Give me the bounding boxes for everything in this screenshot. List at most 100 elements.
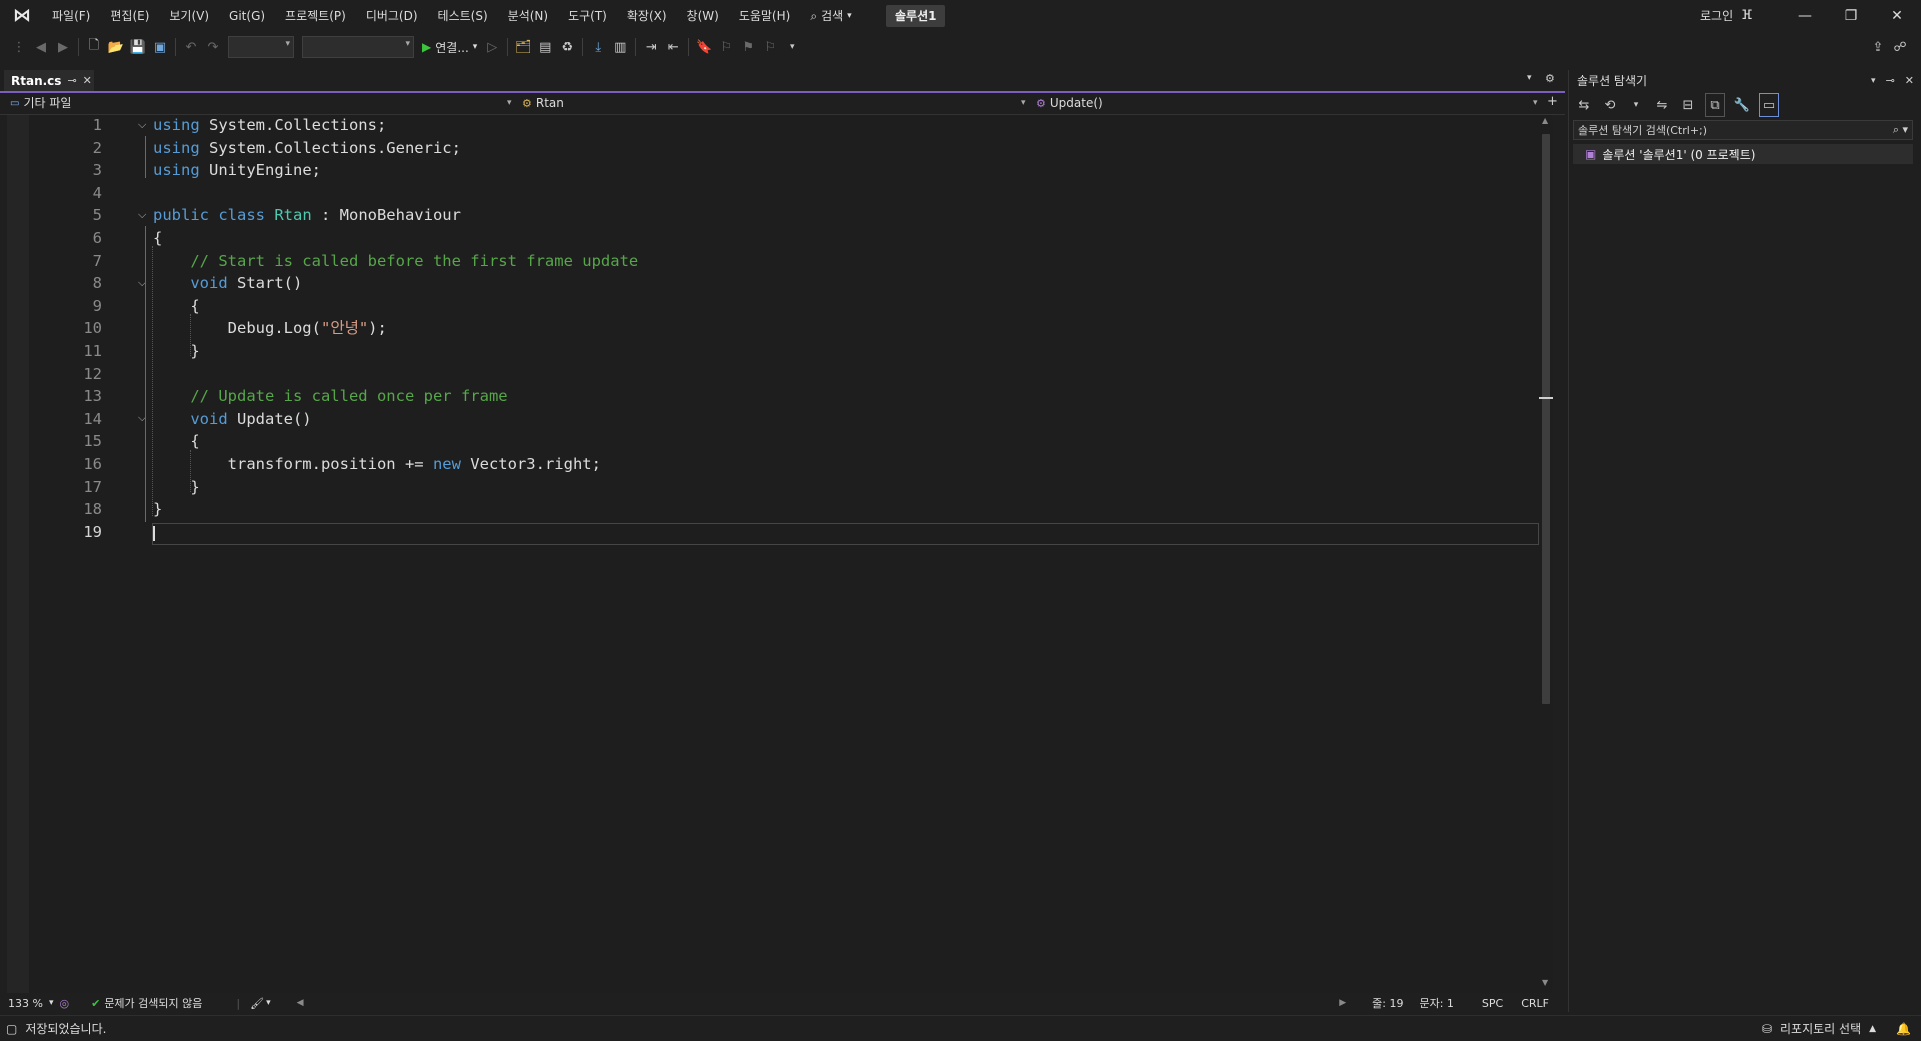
menu-tools[interactable]: 도구(T) — [558, 0, 617, 32]
code-line-9: { — [153, 296, 200, 315]
split-add-icon[interactable]: + — [1547, 94, 1558, 109]
close-window-button[interactable]: ✕ — [1874, 0, 1920, 32]
undo-icon[interactable]: ↶ — [182, 36, 200, 58]
attach-run-button[interactable]: ▶ 연결... ▾ — [418, 39, 481, 56]
solution-name-badge[interactable]: 솔루션1 — [886, 5, 946, 27]
menu-edit[interactable]: 편집(E) — [100, 0, 159, 32]
redo-icon[interactable]: ↷ — [204, 36, 222, 58]
configuration-dropdown[interactable]: ▾ — [228, 36, 294, 58]
line-number: 1 — [92, 116, 102, 134]
member-dropdown[interactable]: ⚙ Update() — [1036, 94, 1526, 113]
gear-icon[interactable]: ⚙ — [1545, 72, 1555, 85]
open-file-icon[interactable]: 📂 — [107, 36, 125, 58]
scroll-down-icon[interactable]: ▼ — [1542, 978, 1548, 987]
search-menu[interactable]: ⌕ 검색 ▾ — [800, 0, 861, 32]
clear-bookmarks-icon[interactable]: ⚐ — [761, 36, 779, 58]
menu-project[interactable]: 프로젝트(P) — [275, 0, 356, 32]
menu-debug[interactable]: 디버그(D) — [356, 0, 428, 32]
chevron-down-icon[interactable]: ▾ — [1627, 94, 1645, 116]
navigate-back-icon[interactable]: ◀ — [32, 36, 50, 58]
solution-search-box[interactable]: 솔루션 탐색기 검색(Ctrl+;) ⌕ ▾ — [1573, 120, 1913, 140]
tab-list-dropdown-icon[interactable]: ▾ — [1527, 73, 1532, 83]
scroll-up-icon[interactable]: ▲ — [1542, 116, 1548, 125]
login-area: 로그인 ⴼ — [1700, 0, 1753, 32]
menu-window[interactable]: 창(W) — [677, 0, 729, 32]
copilot-status-icon[interactable]: ◎ — [59, 997, 69, 1010]
scroll-left-icon[interactable]: ◀ — [297, 998, 304, 1008]
close-icon[interactable]: ✕ — [83, 74, 92, 87]
new-project-icon[interactable]: 🗋 — [85, 36, 103, 58]
pin-icon[interactable]: ⊸ — [67, 74, 76, 87]
class-view-icon[interactable]: ▥ — [611, 36, 629, 58]
hot-reload-icon[interactable]: ♻ — [558, 36, 576, 58]
menu-view[interactable]: 보기(V) — [159, 0, 219, 32]
code-line-8: void Start() — [153, 274, 303, 293]
menu-file[interactable]: 파일(F) — [42, 0, 100, 32]
properties-icon[interactable]: 🔧 — [1733, 94, 1751, 116]
sync-icon[interactable]: ⇋ — [1653, 94, 1671, 116]
class-icon: ⚙ — [522, 97, 532, 110]
scroll-right-icon[interactable]: ▶ — [1339, 998, 1346, 1008]
save-all-icon[interactable]: ▣ — [151, 36, 169, 58]
panel-options-icon[interactable]: ▾ — [1871, 70, 1876, 92]
layout-icon[interactable]: ▤ — [536, 36, 554, 58]
copilot-icon[interactable]: ☍ — [1891, 36, 1909, 58]
close-icon[interactable]: ✕ — [1905, 70, 1914, 92]
preview-icon[interactable]: ▭ — [1759, 93, 1779, 117]
next-bookmark-icon[interactable]: ⚑ — [739, 36, 757, 58]
menu-help[interactable]: 도움말(H) — [729, 0, 801, 32]
code-editor[interactable] — [7, 115, 1552, 995]
project-scope-dropdown[interactable]: ▭ 기타 파일 — [10, 94, 510, 113]
visual-studio-logo-icon[interactable]: ⋈ — [10, 6, 34, 26]
prev-bookmark-icon[interactable]: ⚐ — [717, 36, 735, 58]
whitespace-indicator[interactable]: SPC — [1482, 997, 1503, 1010]
vertical-scrollbar[interactable]: ▲ ▼ — [1539, 116, 1553, 990]
chevron-up-icon[interactable]: ▲ — [1869, 1024, 1876, 1034]
navigate-forward-icon[interactable]: ▶ — [54, 36, 72, 58]
menu-git[interactable]: Git(G) — [219, 0, 275, 32]
csharp-file-icon: ▭ — [10, 98, 20, 109]
bookmark-icon[interactable]: 🔖 — [695, 36, 713, 58]
collapse-all-icon[interactable]: ⊟ — [1679, 94, 1697, 116]
start-without-debugging-icon[interactable]: ▷ — [483, 36, 501, 58]
menu-test[interactable]: 테스트(S) — [428, 0, 498, 32]
issues-status[interactable]: 문제가 검색되지 않음 — [104, 995, 202, 1011]
pending-changes-icon[interactable]: ⟲ — [1601, 94, 1619, 116]
menu-extensions[interactable]: 확장(X) — [617, 0, 677, 32]
step-icon[interactable]: ⤓ — [589, 36, 607, 58]
fold-toggle-icon[interactable]: ⌵ — [138, 118, 146, 132]
zoom-level[interactable]: 133 % — [8, 997, 43, 1010]
method-icon: ⚙ — [1036, 97, 1046, 110]
line-ending-indicator[interactable]: CRLF — [1521, 997, 1549, 1010]
show-all-files-icon[interactable]: ⧉ — [1705, 93, 1725, 117]
search-icon[interactable]: ⌕ ▾ — [1893, 123, 1908, 137]
column-indicator[interactable]: 문자: 1 — [1419, 995, 1453, 1011]
toolbar-separator — [688, 38, 690, 56]
chevron-down-icon[interactable]: ▾ — [49, 998, 54, 1008]
code-cleanup-icon[interactable]: 🖌 — [250, 997, 264, 1010]
save-icon[interactable]: 💾 — [129, 36, 147, 58]
pin-icon[interactable]: ⊸ — [1886, 70, 1895, 92]
line-indicator[interactable]: 줄: 19 — [1372, 995, 1403, 1011]
scope-label: 기타 파일 — [23, 96, 72, 110]
select-repository-button[interactable]: 리포지토리 선택 — [1780, 1020, 1861, 1037]
menu-analyze[interactable]: 분석(N) — [498, 0, 558, 32]
live-share-icon[interactable]: ⇪ — [1869, 36, 1887, 58]
scrollbar-thumb[interactable] — [1542, 134, 1550, 704]
toolbar-options-icon[interactable]: ▾ — [783, 36, 801, 58]
type-dropdown[interactable]: ⚙ Rtan — [522, 94, 1022, 113]
login-button[interactable]: 로그인 — [1700, 2, 1733, 30]
tab-rtan-cs[interactable]: Rtan.cs ⊸ ✕ — [4, 70, 94, 91]
platform-dropdown[interactable]: ▾ — [302, 36, 414, 58]
feedback-icon[interactable]: ⴼ — [1741, 2, 1752, 30]
minimize-button[interactable]: — — [1782, 0, 1828, 32]
switch-views-icon[interactable]: ⇆ — [1575, 94, 1593, 116]
chevron-down-icon[interactable]: ▾ — [266, 998, 271, 1008]
restore-button[interactable]: ❐ — [1828, 0, 1874, 32]
indent-icon[interactable]: ⇥ — [642, 36, 660, 58]
notifications-bell-icon[interactable]: 🔔 — [1896, 1022, 1911, 1036]
solution-root-item[interactable]: ▣ 솔루션 '솔루션1' (0 프로젝트) — [1573, 144, 1913, 164]
fold-toggle-icon[interactable]: ⌵ — [138, 208, 146, 222]
outdent-icon[interactable]: ⇤ — [664, 36, 682, 58]
browse-icon[interactable]: 🗂 — [514, 36, 532, 58]
